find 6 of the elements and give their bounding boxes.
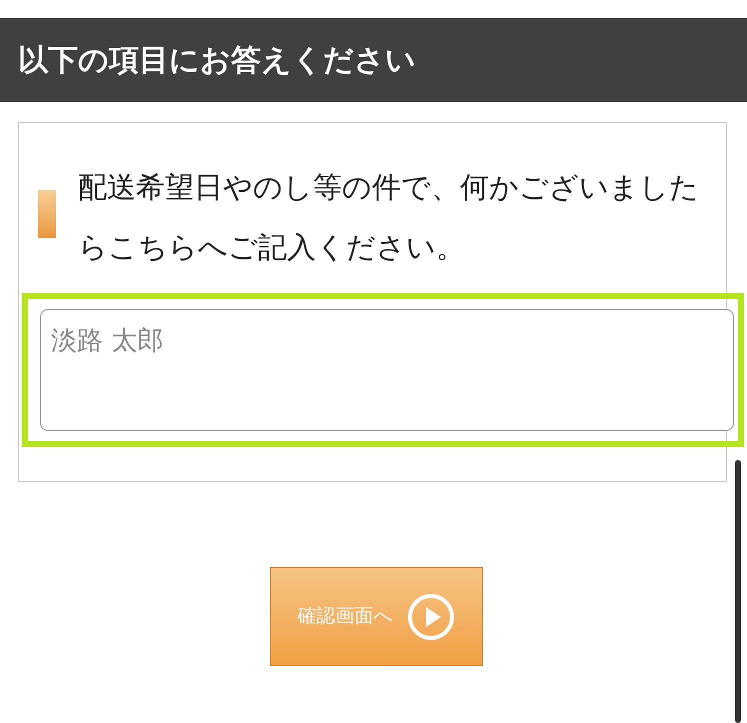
confirm-button[interactable]: 確認画面へ — [270, 567, 482, 666]
play-icon — [406, 592, 454, 640]
input-field[interactable]: 淡路 太郎 — [40, 309, 734, 431]
marker-icon — [38, 190, 56, 238]
question-text: 配送希望日やのし等の件で、何かございましたらこちらへご記入ください。 — [78, 169, 700, 266]
header-title: 以下の項目にお答えください — [18, 42, 416, 80]
